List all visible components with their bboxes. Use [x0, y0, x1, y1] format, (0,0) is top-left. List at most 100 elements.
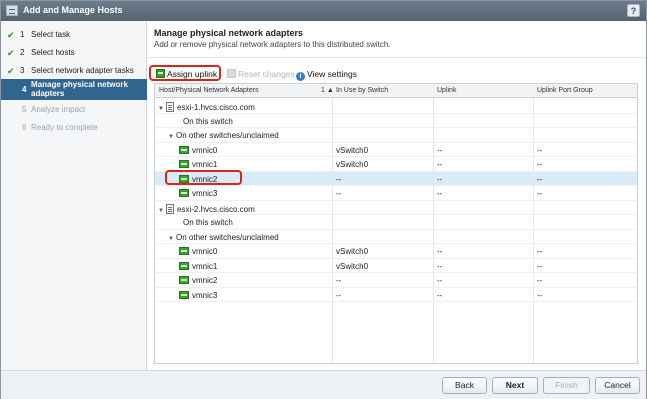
uplink-value: --: [437, 276, 443, 285]
in-use-value: --: [336, 174, 342, 184]
in-use-value: vSwitch0: [336, 145, 369, 155]
table-row-group[interactable]: ▼ On other switches/unclaimed: [155, 230, 637, 244]
adapter-name: vmnic3: [192, 290, 218, 300]
adapter-name: vmnic1: [192, 261, 218, 271]
step-select-hosts[interactable]: ✔ 2 Select hosts: [1, 44, 147, 62]
title-bar: Add and Manage Hosts ?: [1, 1, 646, 21]
checkmark-icon: ✔: [7, 30, 15, 40]
main-content: Manage physical network adapters Add or …: [148, 21, 646, 370]
table-row-host[interactable]: ▼ esxi-2.hvcs.cisco.com: [155, 201, 637, 215]
step-select-task[interactable]: ✔ 1 Select task: [1, 26, 147, 44]
highlight-box-assign-uplink: [149, 65, 221, 81]
uplink-group-value: --: [537, 189, 543, 198]
network-adapter-icon: [179, 247, 189, 255]
table-row-group[interactable]: ▼ On other switches/unclaimed: [155, 128, 637, 143]
step-number: 5: [22, 105, 27, 114]
adapter-name: vmnic3: [192, 189, 218, 198]
uplink-group-value: --: [537, 276, 543, 285]
table-row-host[interactable]: ▼ esxi-1.hvcs.cisco.com: [155, 99, 637, 114]
network-adapter-icon: [179, 276, 189, 284]
reset-changes-button: Reset changes: [227, 68, 295, 82]
column-header-in-use-by-switch[interactable]: In Use by Switch: [336, 87, 388, 94]
sort-ascending-icon[interactable]: 1 ▲: [321, 87, 334, 94]
wizard-steps: ✔ 1 Select task ✔ 2 Select hosts ✔ 3 Sel…: [1, 21, 147, 370]
step-label: Manage physical network adapters: [31, 80, 128, 98]
uplink-value: --: [437, 247, 443, 256]
table-row[interactable]: vmnic0 vSwitch0 -- --: [155, 143, 637, 157]
column-header-host-adapters[interactable]: Host/Physical Network Adapters: [159, 87, 259, 94]
host-name: esxi-1.hvcs.cisco.com: [177, 103, 255, 112]
collapse-triangle-icon[interactable]: ▼: [168, 236, 176, 242]
reset-changes-label: Reset changes: [238, 69, 295, 79]
next-button[interactable]: Next: [492, 377, 538, 394]
dialog-title: Add and Manage Hosts: [23, 5, 123, 15]
column-header-uplink[interactable]: Uplink: [437, 87, 456, 94]
cancel-button[interactable]: Cancel: [595, 377, 640, 394]
host-icon: [166, 102, 174, 112]
in-use-value: --: [336, 290, 342, 300]
step-label: Ready to complete: [31, 123, 98, 132]
step-number: 4: [22, 85, 27, 94]
table-row[interactable]: vmnic0 vSwitch0 -- --: [155, 244, 637, 259]
adapter-name: vmnic0: [192, 145, 218, 155]
uplink-value: --: [437, 290, 443, 300]
group-label: On other switches/unclaimed: [176, 131, 279, 140]
step-number: 2: [20, 48, 25, 57]
divider: [148, 57, 646, 58]
add-and-manage-hosts-dialog: Add and Manage Hosts ? ✔ 1 Select task ✔…: [0, 0, 647, 399]
column-header-uplink-port-group[interactable]: Uplink Port Group: [537, 87, 593, 94]
step-number: 6: [22, 123, 27, 132]
step-label: Analyze impact: [31, 105, 86, 114]
adapter-toolbar: Assign uplink Reset changes i View settin…: [152, 66, 642, 82]
help-icon[interactable]: ?: [627, 4, 640, 17]
info-icon: i: [296, 72, 305, 81]
step-select-network-adapter-tasks[interactable]: ✔ 3 Select network adapter tasks: [1, 62, 147, 80]
uplink-group-value: --: [537, 174, 543, 184]
collapse-triangle-icon[interactable]: ▼: [158, 208, 166, 214]
in-use-value: --: [336, 189, 342, 198]
finish-button: Finish: [543, 377, 590, 394]
uplink-group-value: --: [537, 261, 543, 271]
wizard-footer: Back Next Finish Cancel: [1, 370, 646, 399]
adapters-table: Host/Physical Network Adapters 1 ▲ In Us…: [154, 83, 638, 364]
view-settings-button[interactable]: i View settings: [296, 68, 357, 82]
step-manage-physical-network-adapters[interactable]: 4 Manage physical network adapters: [1, 79, 147, 100]
uplink-group-value: --: [537, 290, 543, 300]
table-row-group[interactable]: On this switch: [155, 114, 637, 128]
table-row[interactable]: vmnic2 -- -- --: [155, 273, 637, 288]
step-label: Select task: [31, 30, 71, 39]
checkmark-icon: ✔: [7, 48, 15, 58]
host-name: esxi-2.hvcs.cisco.com: [177, 204, 255, 214]
adapter-name: vmnic0: [192, 247, 218, 256]
view-settings-label: View settings: [307, 69, 357, 79]
table-row[interactable]: vmnic1 vSwitch0 -- --: [155, 259, 637, 273]
table-row[interactable]: vmnic3 -- -- --: [155, 186, 637, 201]
group-label: On other switches/unclaimed: [176, 232, 279, 242]
adapter-name: vmnic1: [192, 160, 218, 169]
step-number: 3: [20, 66, 25, 75]
dialog-icon: [6, 5, 18, 16]
in-use-value: --: [336, 276, 342, 285]
host-icon: [166, 203, 174, 214]
network-adapter-icon: [179, 261, 189, 270]
group-label: On this switch: [183, 116, 233, 126]
step-label: Select hosts: [31, 48, 75, 57]
in-use-value: vSwitch0: [336, 247, 369, 256]
step-analyze-impact: 5 Analyze impact: [1, 101, 147, 119]
uplink-value: --: [437, 261, 443, 271]
reset-icon: [227, 69, 236, 78]
back-button[interactable]: Back: [442, 377, 487, 394]
group-label: On this switch: [183, 218, 233, 227]
collapse-triangle-icon[interactable]: ▼: [168, 134, 176, 140]
table-row[interactable]: vmnic3 -- -- --: [155, 288, 637, 302]
table-row-group[interactable]: On this switch: [155, 215, 637, 230]
uplink-value: --: [437, 160, 443, 169]
collapse-triangle-icon[interactable]: ▼: [158, 106, 166, 112]
in-use-value: vSwitch0: [336, 160, 369, 169]
adapter-name: vmnic2: [192, 276, 218, 285]
step-ready-to-complete: 6 Ready to complete: [1, 119, 147, 137]
in-use-value: vSwitch0: [336, 261, 369, 271]
uplink-value: --: [437, 174, 443, 184]
highlight-box-vmnic2: [165, 170, 242, 185]
network-adapter-icon: [179, 145, 189, 154]
